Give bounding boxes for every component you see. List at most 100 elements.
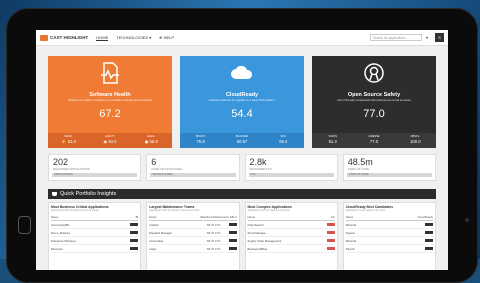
row-value: $8.3K FTE <box>207 238 221 243</box>
stat-label: OBSOL. <box>410 135 421 138</box>
card-title: CloudReady <box>225 92 259 98</box>
row-name: Payroll <box>345 246 355 251</box>
score-badge <box>326 223 335 226</box>
table-row[interactable]: Business Billing <box>247 245 335 253</box>
score-badge <box>425 247 433 250</box>
stat-label: BOOST. <box>195 135 206 138</box>
table-row[interactable]: Dispatch Manager $8.3K FTE <box>149 229 237 237</box>
search-input[interactable]: Search for applications <box>370 34 422 41</box>
score-badge <box>425 223 433 226</box>
col-header[interactable]: Name <box>51 215 58 219</box>
table-description: Applications most ready for the cloud <box>345 209 385 212</box>
row-name: Enterprise Planning <box>51 238 76 243</box>
table-description: Applications with the highest business i… <box>51 209 99 212</box>
brand-logo[interactable]: CAST HIGHLIGHT <box>40 34 88 41</box>
metric-technologies[interactable]: 6 CODE TECHNOLOGIES TECHNOLOGIES <box>146 154 240 181</box>
filter-caret-icon[interactable]: ▾ <box>422 35 432 40</box>
health-file-icon <box>101 62 119 84</box>
card-cloudready[interactable]: CloudReady Software readiness for migrat… <box>180 56 304 148</box>
user-avatar[interactable]: S <box>435 33 444 42</box>
metric-applications[interactable]: 202 MEASURED APPLICATIONS APPLICATIONS <box>48 154 142 181</box>
stat: VULNS 51.3 <box>312 133 353 148</box>
stat-label: BLOCKER <box>235 135 249 138</box>
insight-table: Most Business Critical Applications Appl… <box>48 202 142 270</box>
row-name: Refunds <box>345 238 357 243</box>
row-name: Accounting <box>149 238 164 243</box>
score-badge <box>425 239 433 242</box>
nav-home[interactable]: HOME <box>96 35 109 41</box>
card-stats: BOOST. 75.8 BLOCKER 60.57 SOC 60.4 <box>180 133 304 148</box>
row-name: Supply Chain Management <box>247 238 282 243</box>
table-row[interactable]: Lidgo $8.3K FTE <box>149 245 237 253</box>
stat-value: 60.57 <box>236 139 248 144</box>
nav-technologies[interactable]: TECHNOLOGIES ▾ <box>116 35 151 40</box>
col-header[interactable]: Name <box>346 215 353 219</box>
col-header[interactable]: CC <box>331 215 335 219</box>
metric-tiles: 202 MEASURED APPLICATIONS APPLICATIONS 6… <box>48 154 436 181</box>
row-name: Refunds <box>345 222 357 227</box>
card-open-source-safety[interactable]: Open Source Safety Use of 3rd party comp… <box>312 56 436 148</box>
stat-value: 77.0 <box>369 139 379 144</box>
row-name: Elements <box>51 246 63 251</box>
card-description: Software readiness for migration to a cl… <box>208 99 276 102</box>
stat-label: SOC <box>280 135 287 138</box>
col-header[interactable]: Backfired Maintenance Effort <box>201 215 237 219</box>
stat-value: 51.3 <box>328 139 337 144</box>
table-row[interactable]: Refunds <box>345 237 433 245</box>
table-row[interactable]: Refunds <box>345 221 433 229</box>
card-score: 67.2 <box>99 108 121 120</box>
card-title: Open Source Safety <box>347 92 401 98</box>
row-name: Lidgo <box>149 246 157 251</box>
table-description: Applications with the highest complexity <box>247 209 290 212</box>
row-name: OrderSearch <box>247 222 264 227</box>
table-row[interactable]: Enterprise Planning <box>51 237 139 245</box>
row-name: Stock Manage <box>247 230 266 235</box>
score-badge <box>326 231 335 234</box>
stat-label: VULNS <box>328 135 337 138</box>
stat: ELEG. ◼ 66.8 <box>131 133 172 148</box>
col-header[interactable]: CloudReady <box>418 215 433 219</box>
score-cards: Software Health Measures the ability of … <box>48 56 436 148</box>
insight-table: Largest Maintenance Teams Applications w… <box>146 202 240 270</box>
stat: SOC 60.4 <box>263 133 304 148</box>
card-software-health[interactable]: Software Health Measures the ability of … <box>48 56 172 148</box>
table-row[interactable]: OrderSearch <box>247 221 335 229</box>
stat: BOOST. 75.8 <box>180 133 221 148</box>
metric-label: LINES OF CODE <box>347 167 370 171</box>
table-row[interactable]: Cashier $8.3K FTE <box>149 221 237 229</box>
table-row[interactable]: Stock Manage <box>247 229 335 237</box>
score-badge <box>228 231 237 234</box>
score-badge <box>130 247 139 250</box>
stat: OBSOL. 100.0 <box>395 133 436 148</box>
col-header[interactable]: Name <box>149 215 156 219</box>
stat: BLOCKER 60.57 <box>221 133 262 148</box>
col-header[interactable]: BI <box>136 215 139 219</box>
row-name: Demo_Busines <box>51 230 70 235</box>
metric-fte[interactable]: 2.8k BACKFIRED FTE FTE <box>244 154 338 181</box>
row-name: Cashier <box>149 222 159 227</box>
metric-lines-of-code[interactable]: 48.5m LINES OF CODE LINES OF CODE <box>342 154 436 181</box>
app-screen: CAST HIGHLIGHT HOME TECHNOLOGIES ▾ ⊕ HEL… <box>36 30 448 270</box>
insights-header: Quick Portfolio Insights <box>48 189 436 199</box>
table-row[interactable]: System <box>345 229 433 237</box>
brand-logo-icon <box>40 34 48 41</box>
table-row[interactable]: Demo_Busines <box>51 229 139 237</box>
table-row[interactable]: Accounting $8.3K FTE <box>149 237 237 245</box>
stat-value: ◼ 66.8 <box>144 139 158 144</box>
table-row[interactable]: Accounting/BS <box>51 221 139 229</box>
trophy-icon <box>52 192 57 196</box>
stat-value: 100.0 <box>410 139 421 144</box>
table-row[interactable]: Elements <box>51 245 139 253</box>
nav-help[interactable]: ⊕ HELP <box>159 35 174 40</box>
metric-label: CODE TECHNOLOGIES <box>151 167 183 171</box>
table-row[interactable]: Payroll <box>345 245 433 253</box>
table-row[interactable]: Supply Chain Management <box>247 237 335 245</box>
score-badge <box>228 223 237 226</box>
stat: LICENSE 77.0 <box>353 133 394 148</box>
card-description: Measures the ability of software to be m… <box>68 99 152 102</box>
metric-bar: LINES OF CODE <box>346 173 432 177</box>
stat-label: RESIL. <box>64 135 73 138</box>
col-header[interactable]: Name <box>248 215 255 219</box>
metric-bar: FTE <box>248 173 334 177</box>
card-title: Software Health <box>89 92 131 98</box>
